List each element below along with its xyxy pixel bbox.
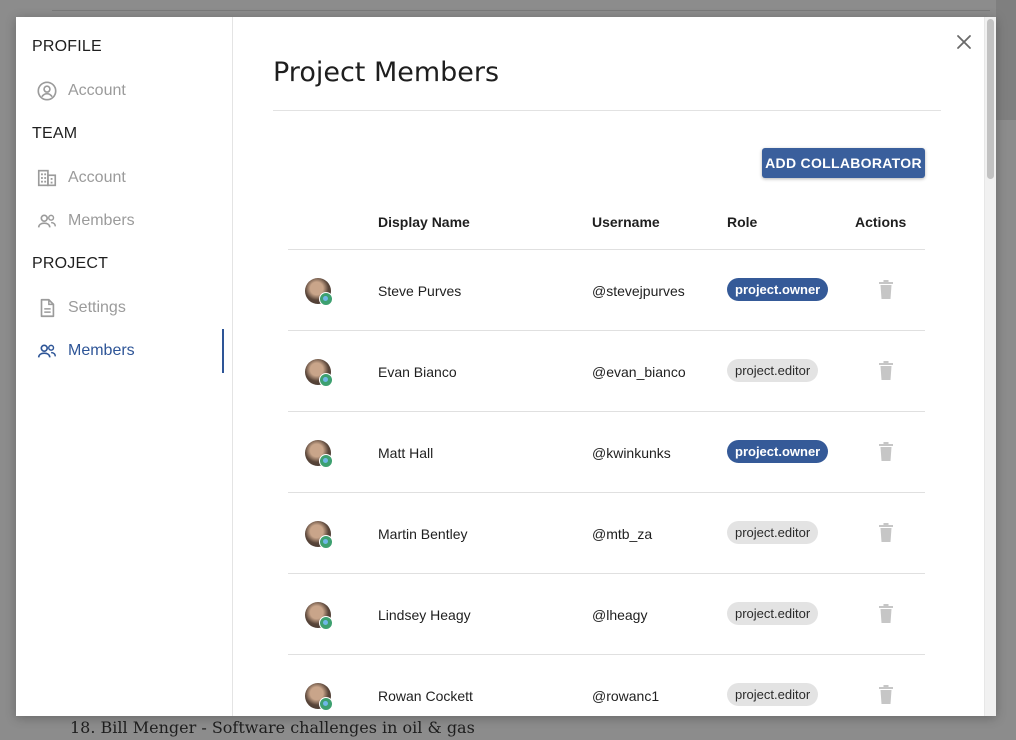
globe-badge-icon [319, 535, 333, 549]
sidebar-item-label: Settings [68, 299, 126, 316]
sidebar-item-project-settings[interactable]: Settings [16, 288, 233, 328]
background-footer-text: 18. Bill Menger - Software challenges in… [70, 718, 475, 737]
table-row: Lindsey Heagy @lheagy project.editor [288, 574, 925, 655]
people-icon [36, 210, 58, 232]
sidebar-item-label: Account [68, 169, 126, 186]
member-username: @stevejpurves [592, 283, 685, 299]
member-username: @mtb_za [592, 526, 653, 542]
page-title: Project Members [273, 57, 500, 88]
delete-member-button[interactable] [878, 361, 894, 380]
trash-icon [879, 442, 893, 461]
globe-badge-icon [319, 697, 333, 711]
table-row: Rowan Cockett @rowanc1 project.editor [288, 655, 925, 716]
table-row: Martin Bentley @mtb_za project.editor [288, 493, 925, 574]
member-display-name: Evan Bianco [378, 364, 457, 380]
settings-sidebar: PROFILE Account TEAM Account Members PRO… [16, 17, 233, 716]
member-username: @kwinkunks [592, 445, 671, 461]
members-table: Display Name Username Role Actions Steve… [288, 202, 925, 716]
table-row: Evan Bianco @evan_bianco project.editor [288, 331, 925, 412]
settings-modal: PROFILE Account TEAM Account Members PRO… [16, 17, 996, 716]
header-role: Role [727, 214, 758, 230]
sidebar-section-project: PROJECT [32, 255, 109, 272]
member-display-name: Matt Hall [378, 445, 434, 461]
main-panel: Project Members ADD COLLABORATOR Display… [233, 17, 984, 716]
member-display-name: Steve Purves [378, 283, 462, 299]
delete-member-button[interactable] [878, 523, 894, 542]
title-divider [273, 110, 941, 111]
sidebar-item-label: Account [68, 82, 126, 99]
sidebar-item-team-account[interactable]: Account [16, 158, 233, 198]
trash-icon [879, 361, 893, 380]
role-badge[interactable]: project.editor [727, 683, 819, 706]
delete-member-button[interactable] [878, 280, 894, 299]
trash-icon [879, 604, 893, 623]
table-header: Display Name Username Role Actions [288, 202, 925, 250]
delete-member-button[interactable] [878, 685, 894, 704]
role-badge[interactable]: project.owner [727, 278, 829, 301]
role-badge[interactable]: project.editor [727, 359, 819, 382]
scrollbar-thumb[interactable] [987, 19, 994, 179]
member-username: @lheagy [592, 607, 648, 623]
trash-icon [879, 280, 893, 299]
sidebar-section-profile: PROFILE [32, 38, 102, 55]
globe-badge-icon [319, 373, 333, 387]
member-display-name: Rowan Cockett [378, 688, 473, 704]
header-actions: Actions [855, 214, 907, 230]
sidebar-item-project-members[interactable]: Members [16, 329, 233, 373]
document-icon [36, 297, 58, 319]
globe-badge-icon [319, 616, 333, 630]
header-username: Username [592, 214, 660, 230]
close-icon [957, 35, 971, 49]
member-username: @evan_bianco [592, 364, 686, 380]
sidebar-item-team-members[interactable]: Members [16, 201, 233, 241]
background-divider [52, 10, 990, 11]
header-display-name: Display Name [378, 214, 470, 230]
modal-scrollbar[interactable] [984, 17, 996, 716]
role-badge[interactable]: project.owner [727, 440, 829, 463]
member-display-name: Martin Bentley [378, 526, 468, 542]
role-badge[interactable]: project.editor [727, 602, 819, 625]
table-row: Steve Purves @stevejpurves project.owner [288, 250, 925, 331]
building-icon [36, 167, 58, 189]
delete-member-button[interactable] [878, 442, 894, 461]
member-username: @rowanc1 [592, 688, 660, 704]
table-body: Steve Purves @stevejpurves project.owner Ev… [288, 250, 925, 716]
table-row: Matt Hall @kwinkunks project.owner [288, 412, 925, 493]
role-badge[interactable]: project.editor [727, 521, 819, 544]
sidebar-item-profile-account[interactable]: Account [16, 71, 233, 111]
globe-badge-icon [319, 292, 333, 306]
add-collaborator-button[interactable]: ADD COLLABORATOR [762, 148, 925, 178]
sidebar-item-label: Members [68, 342, 135, 359]
close-button[interactable] [953, 31, 975, 53]
globe-badge-icon [319, 454, 333, 468]
trash-icon [879, 685, 893, 704]
trash-icon [879, 523, 893, 542]
background-scroll-region [996, 0, 1016, 120]
people-icon [36, 340, 58, 362]
delete-member-button[interactable] [878, 604, 894, 623]
sidebar-item-label: Members [68, 212, 135, 229]
user-circle-icon [36, 80, 58, 102]
sidebar-section-team: TEAM [32, 125, 78, 142]
member-display-name: Lindsey Heagy [378, 607, 471, 623]
